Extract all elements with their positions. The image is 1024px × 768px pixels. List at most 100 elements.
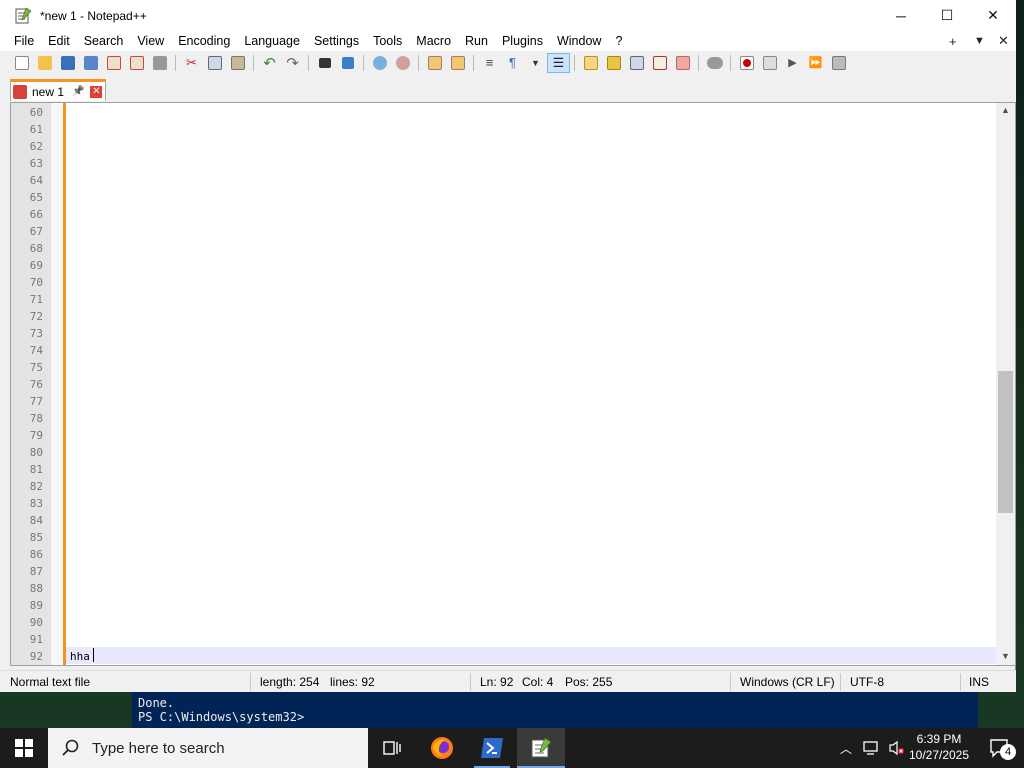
maximize-button[interactable]: ☐ [924,0,970,31]
tab-new-1[interactable]: new 1 📌 ✕ [10,79,106,101]
replace-icon[interactable] [336,53,359,73]
line-number[interactable]: 60 [11,106,43,119]
record-icon[interactable] [735,53,758,73]
line-number[interactable]: 77 [11,395,43,408]
pin-icon[interactable]: 📌 [72,86,84,97]
line-number[interactable]: 84 [11,514,43,527]
notepadpp-taskbar-icon[interactable] [517,728,565,768]
title-bar[interactable]: *new 1 - Notepad++ ─ ☐ ✕ [0,0,1016,31]
print-icon[interactable] [148,53,171,73]
line-number[interactable]: 73 [11,327,43,340]
menu-encoding[interactable]: Encoding [171,34,237,48]
line-number[interactable]: 70 [11,276,43,289]
vertical-scrollbar[interactable]: ▲ ▼ [996,103,1015,665]
find-icon[interactable] [313,53,336,73]
monitor-icon[interactable] [703,53,726,73]
line-number[interactable]: 62 [11,140,43,153]
line-number[interactable]: 83 [11,497,43,510]
status-encoding[interactable]: UTF-8 [850,675,884,689]
close-all-icon[interactable] [125,53,148,73]
menu-tools[interactable]: Tools [366,34,409,48]
undo-icon[interactable]: ↶ [258,53,281,73]
close-document-button[interactable]: ✕ [998,31,1009,51]
minimize-button[interactable]: ─ [878,0,924,31]
scroll-down-arrow-icon[interactable]: ▼ [996,651,1015,661]
show-all-chars-icon[interactable]: ¶ [501,53,524,73]
redo-icon[interactable]: ↷ [281,53,304,73]
folder-workspace-icon[interactable] [671,53,694,73]
line-number[interactable]: 74 [11,344,43,357]
add-tab-button[interactable]: + [949,31,957,51]
show-chars-dropdown[interactable]: ▼ [524,53,547,73]
menu-language[interactable]: Language [237,34,307,48]
line-number[interactable]: 67 [11,225,43,238]
status-insert-mode[interactable]: INS [969,675,989,689]
run-multiple-icon[interactable]: ⏩ [804,53,827,73]
save-all-icon[interactable] [79,53,102,73]
powershell-window[interactable]: Done. PS C:\Windows\system32> [132,692,978,728]
task-view-icon[interactable] [368,728,416,768]
sync-v-icon[interactable] [423,53,446,73]
status-eol[interactable]: Windows (CR LF) [740,675,835,689]
new-file-icon[interactable] [10,53,33,73]
notification-center-icon[interactable]: 4 [976,728,1024,768]
line-number[interactable]: 90 [11,616,43,629]
tab-close-icon[interactable]: ✕ [90,85,103,98]
tab-list-dropdown[interactable]: ▼ [974,31,985,51]
sync-h-icon[interactable] [446,53,469,73]
line-number[interactable]: 79 [11,429,43,442]
line-number[interactable]: 69 [11,259,43,272]
line-number[interactable]: 63 [11,157,43,170]
line-number[interactable]: 88 [11,582,43,595]
save-macro-icon[interactable] [827,53,850,73]
powershell-taskbar-icon[interactable] [468,728,516,768]
menu-view[interactable]: View [130,34,171,48]
line-number[interactable]: 78 [11,412,43,425]
stop-icon[interactable] [758,53,781,73]
line-number[interactable]: 76 [11,378,43,391]
line-number[interactable]: 64 [11,174,43,187]
zoom-in-icon[interactable] [368,53,391,73]
play-icon[interactable]: ▶ [781,53,804,73]
close-icon[interactable] [102,53,125,73]
line-number[interactable]: 91 [11,633,43,646]
firefox-icon[interactable] [418,728,466,768]
menu-macro[interactable]: Macro [409,34,458,48]
show-hidden-icons-chevron-icon[interactable]: ︿ [832,728,860,768]
line-number[interactable]: 81 [11,463,43,476]
open-file-icon[interactable] [33,53,56,73]
menu-edit[interactable]: Edit [41,34,77,48]
line-number[interactable]: 86 [11,548,43,561]
line-number[interactable]: 61 [11,123,43,136]
zoom-out-icon[interactable] [391,53,414,73]
doc-map-icon[interactable] [602,53,625,73]
doc-list-icon[interactable] [625,53,648,73]
line-number[interactable]: 65 [11,191,43,204]
line-number[interactable]: 80 [11,446,43,459]
line-number[interactable]: 75 [11,361,43,374]
udl-icon[interactable] [579,53,602,73]
editor-area[interactable]: 60 61 62 63 64 65 66 67 68 69 70 71 72 73 74 75 76 77 78 79… [10,102,1016,666]
indent-guide-icon[interactable]: ☰ [547,52,570,73]
menu-plugins[interactable]: Plugins [495,34,550,48]
paste-icon[interactable] [226,53,249,73]
system-clock[interactable]: 6:39 PM 10/27/2025 [908,731,970,763]
line-92-text[interactable]: hha [70,650,90,663]
menu-file[interactable]: File [7,34,41,48]
save-icon[interactable] [56,53,79,73]
menu-window[interactable]: Window [550,34,608,48]
line-number[interactable]: 92 [11,650,43,663]
scrollbar-thumb[interactable] [998,371,1013,513]
line-number[interactable]: 85 [11,531,43,544]
line-number[interactable]: 72 [11,310,43,323]
scroll-up-arrow-icon[interactable]: ▲ [996,105,1015,115]
func-list-icon[interactable] [648,53,671,73]
word-wrap-icon[interactable]: ≡ [478,53,501,73]
menu-help[interactable]: ? [608,34,629,48]
line-number[interactable]: 68 [11,242,43,255]
network-icon[interactable] [858,728,884,768]
line-number[interactable]: 82 [11,480,43,493]
menu-run[interactable]: Run [458,34,495,48]
line-number[interactable]: 66 [11,208,43,221]
line-number[interactable]: 71 [11,293,43,306]
